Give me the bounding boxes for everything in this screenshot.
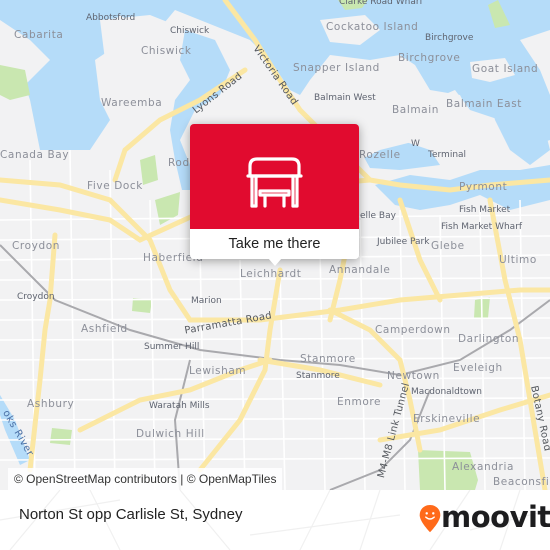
moovit-pin-icon — [419, 504, 441, 533]
popup-header — [190, 124, 359, 229]
map-label-poi: Fish Market — [459, 205, 511, 215]
map-label-suburb: Annandale — [329, 264, 391, 276]
map-label-suburb: Chiswick — [141, 45, 192, 57]
map-label-poi: Birchgrove — [425, 33, 474, 43]
map-label-poi: Macdonaldtown — [411, 387, 482, 397]
map-label-suburb: Balmain East — [446, 98, 522, 110]
take-me-there-button[interactable]: Take me there — [190, 229, 359, 259]
map-label-poi: Abbotsford — [86, 13, 136, 23]
map-label-suburb: Balmain — [392, 104, 439, 116]
park — [0, 65, 30, 100]
map-label-suburb: Ashbury — [27, 398, 75, 410]
moovit-logo[interactable]: moovit — [441, 500, 550, 534]
map-label-suburb: Ashfield — [81, 323, 128, 335]
map-label-poi: Clarke Road Wharf — [339, 0, 423, 7]
map-label-poi: Fish Market Wharf — [441, 222, 523, 232]
map-label-suburb: Goat Island — [472, 63, 539, 75]
map-attribution[interactable]: © OpenStreetMap contributors | © OpenMap… — [8, 468, 283, 490]
map-label-suburb: Ultimo — [499, 254, 537, 266]
map-label-suburb: Rod — [168, 157, 190, 169]
map-label-poi: Stanmore — [296, 371, 340, 381]
map-label-suburb: Birchgrove — [398, 52, 461, 64]
map-label-suburb: Erskineville — [413, 413, 481, 425]
map-label-suburb: Canada Bay — [0, 149, 70, 161]
map-label-poi: Summer Hill — [144, 342, 200, 352]
map-label-suburb: Beaconsfie — [493, 476, 550, 488]
road-botany-road — [487, 197, 548, 490]
map-label-poi: Waratah Mills — [149, 401, 210, 411]
map-label-suburb: Enmore — [337, 396, 382, 408]
map-label-suburb: Glebe — [431, 240, 465, 252]
map-label-poi: Chiswick — [170, 26, 210, 36]
map-label-suburb: Wareemba — [101, 97, 163, 109]
chiswick-peninsula — [100, 15, 180, 100]
map-label-suburb: Cabarita — [14, 29, 64, 41]
map-label-poi: Terminal — [428, 150, 467, 160]
map-label-suburb: Lewisham — [189, 365, 247, 377]
map-label-suburb: Rozelle — [359, 149, 401, 161]
map-label-poi: W — [411, 139, 420, 149]
map-label-suburb: Dulwich Hill — [136, 428, 205, 440]
park — [155, 192, 180, 225]
map-label-suburb: Alexandria — [452, 461, 515, 473]
stop-name: Norton St opp Carlisle St, Sydney — [19, 506, 243, 523]
park — [50, 428, 72, 445]
bus-stop-shelter-icon — [246, 157, 303, 208]
map-view[interactable]: Cabarita Chiswick Wareemba Canada Bay Ro… — [0, 0, 550, 490]
map-label-suburb: Eveleigh — [453, 362, 503, 374]
popup-pointer — [268, 258, 282, 266]
map-label-suburb: Leichhardt — [240, 268, 302, 280]
map-label-suburb: Stanmore — [300, 353, 356, 365]
map-label-poi: Marion — [191, 296, 222, 306]
map-label-suburb: Newtown — [387, 370, 440, 382]
map-label-poi: Croydon — [17, 292, 55, 302]
map-label-suburb: Snapper Island — [293, 62, 380, 74]
map-label-suburb: Croydon — [12, 240, 60, 252]
map-label-suburb: Darlington — [458, 333, 520, 345]
stop-popup[interactable]: Take me there — [190, 124, 359, 266]
map-label-poi: elle Bay — [360, 211, 396, 221]
map-label-suburb: Five Dock — [87, 180, 143, 192]
map-label-poi: Balmain West — [314, 93, 376, 103]
map-label-suburb: Cockatoo Island — [326, 21, 419, 33]
map-label-suburb: Camperdown — [375, 324, 451, 336]
map-label-suburb: Pyrmont — [459, 181, 508, 193]
map-label-poi: Jubilee Park — [377, 237, 430, 247]
